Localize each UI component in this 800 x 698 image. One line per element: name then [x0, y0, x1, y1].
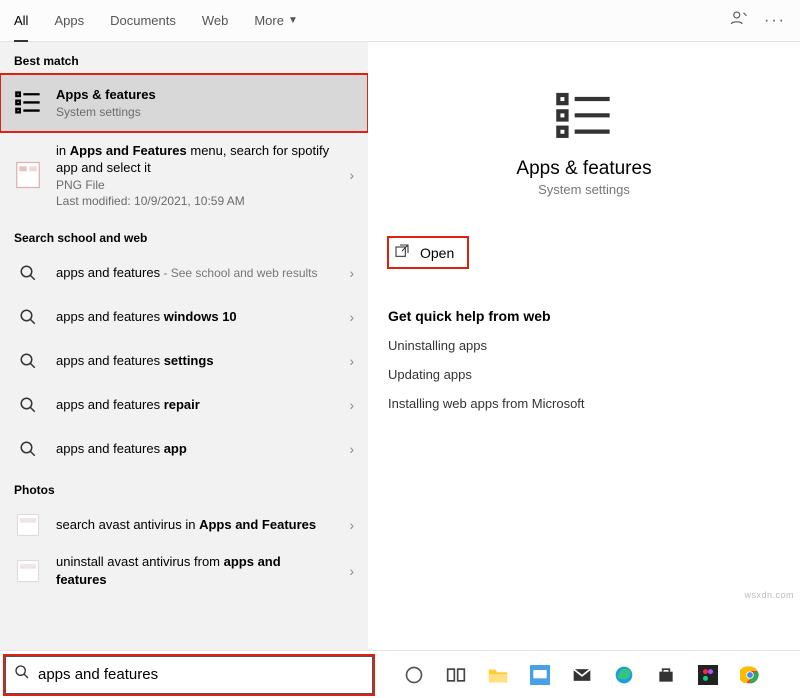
web-result[interactable]: apps and features repair › [0, 383, 368, 427]
web-result-title: apps and features app [56, 440, 332, 458]
chevron-right-icon[interactable]: › [349, 441, 354, 457]
chevron-right-icon[interactable]: › [349, 265, 354, 281]
file-explorer-icon[interactable] [486, 663, 510, 687]
mail-icon[interactable] [570, 663, 594, 687]
chrome-icon[interactable] [738, 663, 762, 687]
apps-features-icon [12, 87, 44, 119]
png-file-icon [12, 159, 44, 191]
chevron-right-icon[interactable]: › [349, 517, 354, 533]
web-result-title: apps and features windows 10 [56, 308, 332, 326]
chevron-right-icon[interactable]: › [349, 309, 354, 325]
web-result-title: apps and features - See school and web r… [56, 264, 332, 282]
web-result-title: apps and features repair [56, 396, 332, 414]
photo-result-title: uninstall avast antivirus from apps and … [56, 553, 332, 588]
app-icon-1[interactable] [528, 663, 552, 687]
footer-bar [0, 650, 800, 698]
chevron-right-icon[interactable]: › [349, 167, 354, 183]
chevron-right-icon[interactable]: › [349, 563, 354, 579]
search-icon [12, 433, 44, 465]
section-photos: Photos [0, 471, 368, 503]
file-result-modified: Last modified: 10/9/2021, 10:59 AM [56, 193, 332, 209]
search-filter-tabs: All Apps Documents Web More ▼ ··· [0, 0, 800, 42]
web-result-title: apps and features settings [56, 352, 332, 370]
task-view-icon[interactable] [444, 663, 468, 687]
chevron-right-icon[interactable]: › [349, 353, 354, 369]
help-link[interactable]: Uninstalling apps [388, 338, 780, 353]
taskbar [374, 663, 800, 687]
search-input[interactable] [38, 666, 372, 683]
best-match-title: Apps & features [56, 86, 332, 104]
preview-title: Apps & features [388, 158, 780, 180]
web-result[interactable]: apps and features windows 10 › [0, 295, 368, 339]
open-label: Open [420, 245, 454, 261]
web-result[interactable]: apps and features - See school and web r… [0, 251, 368, 295]
tab-all[interactable]: All [14, 0, 28, 42]
tab-more-label: More [254, 13, 284, 28]
section-best-match: Best match [0, 42, 368, 74]
web-result[interactable]: apps and features app › [0, 427, 368, 471]
preview-apps-features-icon [554, 86, 614, 146]
chevron-right-icon[interactable]: › [349, 397, 354, 413]
edge-icon[interactable] [612, 663, 636, 687]
search-icon [12, 345, 44, 377]
image-file-icon [12, 509, 44, 541]
search-icon [12, 389, 44, 421]
tab-more[interactable]: More ▼ [254, 0, 298, 42]
more-options-icon[interactable]: ··· [764, 12, 786, 30]
web-result[interactable]: apps and features settings › [0, 339, 368, 383]
open-icon [394, 243, 410, 262]
search-box-wrap [4, 655, 374, 695]
open-button[interactable]: Open [388, 237, 468, 268]
section-web: Search school and web [0, 219, 368, 251]
search-icon [12, 301, 44, 333]
help-link[interactable]: Installing web apps from Microsoft [388, 396, 780, 411]
cortana-icon[interactable] [402, 663, 426, 687]
preview-subtitle: System settings [388, 182, 780, 197]
search-icon [12, 257, 44, 289]
best-match-result[interactable]: Apps & features System settings [0, 74, 368, 132]
image-file-icon [12, 555, 44, 587]
photo-result[interactable]: search avast antivirus in Apps and Featu… [0, 503, 368, 547]
help-link[interactable]: Updating apps [388, 367, 780, 382]
photo-result-title: search avast antivirus in Apps and Featu… [56, 516, 332, 534]
tab-web[interactable]: Web [202, 0, 229, 42]
tab-apps[interactable]: Apps [54, 0, 84, 42]
chevron-down-icon: ▼ [288, 15, 298, 26]
feedback-icon[interactable] [730, 9, 748, 32]
file-result-type: PNG File [56, 177, 332, 193]
watermark: wsxdn.com [744, 590, 794, 600]
best-match-subtitle: System settings [56, 104, 332, 120]
file-result[interactable]: in Apps and Features menu, search for sp… [0, 132, 368, 219]
help-heading: Get quick help from web [388, 308, 780, 324]
file-result-title: in Apps and Features menu, search for sp… [56, 142, 332, 177]
store-icon[interactable] [654, 663, 678, 687]
photo-result[interactable]: uninstall avast antivirus from apps and … [0, 547, 368, 594]
figma-icon[interactable] [696, 663, 720, 687]
tab-documents[interactable]: Documents [110, 0, 176, 42]
results-panel: Best match Apps & features System settin… [0, 42, 368, 650]
preview-panel: Apps & features System settings Open Get… [368, 42, 800, 650]
search-icon [6, 664, 38, 685]
search-box[interactable] [4, 655, 374, 695]
